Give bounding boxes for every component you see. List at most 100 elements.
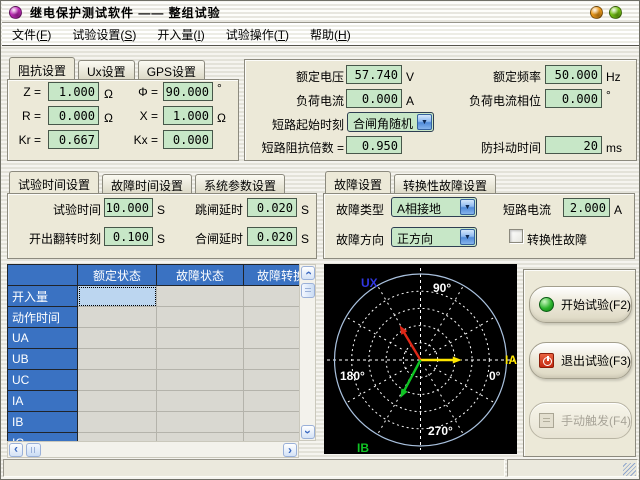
grid-vertical-scrollbar[interactable]: › › bbox=[299, 264, 316, 441]
scroll-up-button[interactable]: › bbox=[301, 266, 315, 280]
deg-0-label: 0° bbox=[489, 369, 501, 383]
short-start-label: 短路起始时刻 bbox=[262, 116, 344, 133]
flip-time-field[interactable]: 0.100 bbox=[104, 227, 153, 246]
table-cell[interactable] bbox=[244, 328, 300, 349]
short-current-field[interactable]: 2.000 bbox=[563, 198, 610, 217]
table-cell[interactable] bbox=[157, 328, 244, 349]
exit-test-button[interactable]: 退出试验(F3) bbox=[529, 342, 632, 379]
row-header[interactable]: UC bbox=[8, 370, 78, 391]
fault-type-label: 故障类型 bbox=[336, 201, 384, 218]
table-cell[interactable] bbox=[244, 433, 300, 442]
tab-impedance-settings[interactable]: 阻抗设置 bbox=[9, 57, 75, 80]
close-delay-field[interactable]: 0.020 bbox=[247, 227, 297, 246]
menu-test-operate[interactable]: 试验操作(T) bbox=[218, 23, 297, 45]
window-control-orange-button[interactable] bbox=[590, 6, 603, 19]
table-cell[interactable] bbox=[244, 412, 300, 433]
tab-fault-settings[interactable]: 故障设置 bbox=[325, 171, 391, 194]
tab-system-params[interactable]: 系统参数设置 bbox=[195, 174, 285, 194]
load-phase-field[interactable]: 0.000 bbox=[545, 89, 602, 108]
table-cell[interactable] bbox=[78, 412, 157, 433]
table-cell[interactable] bbox=[157, 433, 244, 442]
menu-help[interactable]: 帮助(H) bbox=[302, 23, 359, 45]
impedance-multiple-field[interactable]: 0.950 bbox=[346, 136, 402, 154]
close-delay-label: 合闸延时 bbox=[195, 230, 243, 247]
table-cell[interactable] bbox=[78, 328, 157, 349]
table-cell[interactable] bbox=[78, 370, 157, 391]
start-icon bbox=[539, 297, 554, 312]
vertical-scroll-thumb[interactable] bbox=[301, 283, 315, 298]
table-cell[interactable] bbox=[78, 391, 157, 412]
tab-gps-settings[interactable]: GPS设置 bbox=[138, 60, 205, 80]
menu-binary-input[interactable]: 开入量(I) bbox=[149, 23, 212, 45]
chevron-left-icon: › bbox=[14, 444, 18, 456]
row-header[interactable]: 动作时间 bbox=[8, 307, 78, 328]
table-cell[interactable] bbox=[157, 412, 244, 433]
table-row: 开入量 bbox=[8, 286, 300, 307]
ux-label: UX bbox=[361, 276, 378, 290]
phi-label: Φ = bbox=[118, 85, 158, 99]
table-cell[interactable] bbox=[244, 286, 300, 307]
tab-convert-fault-settings[interactable]: 转换性故障设置 bbox=[394, 174, 496, 194]
horizontal-scroll-thumb[interactable] bbox=[26, 443, 41, 457]
table-cell[interactable] bbox=[157, 370, 244, 391]
fault-type-dropdown[interactable]: A相接地 ▼ bbox=[391, 197, 477, 217]
table-cell[interactable] bbox=[244, 370, 300, 391]
table-cell[interactable] bbox=[78, 433, 157, 442]
status-bar-right bbox=[507, 459, 638, 477]
scroll-down-button[interactable]: › bbox=[301, 425, 315, 439]
tab-test-time[interactable]: 试验时间设置 bbox=[9, 171, 99, 194]
table-row: IA bbox=[8, 391, 300, 412]
kx-field[interactable]: 0.000 bbox=[163, 130, 213, 149]
phasor-svg: UX 90° 180° 0° 270° IA IB bbox=[324, 264, 517, 454]
window-control-green-button[interactable] bbox=[609, 6, 622, 19]
short-start-dropdown[interactable]: 合闸角随机 ▼ bbox=[347, 112, 434, 132]
table-cell[interactable] bbox=[244, 349, 300, 370]
convert-fault-checkbox[interactable] bbox=[509, 229, 523, 243]
debounce-field[interactable]: 20 bbox=[545, 136, 602, 154]
table-cell[interactable] bbox=[157, 349, 244, 370]
scroll-right-button[interactable]: › bbox=[283, 443, 297, 457]
table-cell[interactable] bbox=[78, 307, 157, 328]
table-cell[interactable] bbox=[157, 307, 244, 328]
row-header[interactable]: IA bbox=[8, 391, 78, 412]
table-cell[interactable] bbox=[244, 307, 300, 328]
row-header[interactable]: UA bbox=[8, 328, 78, 349]
table-cell[interactable] bbox=[157, 286, 244, 307]
z-field[interactable]: 1.000 bbox=[48, 82, 99, 101]
load-current-field[interactable]: 0.000 bbox=[346, 89, 402, 108]
deg-90-label: 90° bbox=[433, 281, 451, 295]
row-header[interactable]: IC bbox=[8, 433, 78, 442]
tab-ux-settings[interactable]: Ux设置 bbox=[78, 60, 135, 80]
row-header[interactable]: UB bbox=[8, 349, 78, 370]
dropdown-arrow-button[interactable]: ▼ bbox=[460, 229, 475, 245]
test-time-field[interactable]: 10.000 bbox=[104, 198, 153, 217]
table-row: IC bbox=[8, 433, 300, 442]
trip-delay-field[interactable]: 0.020 bbox=[247, 198, 297, 217]
table-cell[interactable] bbox=[78, 286, 157, 307]
table-row: UC bbox=[8, 370, 300, 391]
menu-test-settings[interactable]: 试验设置(S) bbox=[64, 23, 144, 45]
x-field[interactable]: 1.000 bbox=[163, 106, 213, 125]
tab-fault-time[interactable]: 故障时间设置 bbox=[102, 174, 192, 194]
row-header[interactable]: 开入量 bbox=[8, 286, 78, 307]
kr-field[interactable]: 0.667 bbox=[48, 130, 99, 149]
menu-file[interactable]: 文件(F) bbox=[4, 23, 59, 45]
fault-direction-dropdown[interactable]: 正方向 ▼ bbox=[391, 227, 477, 247]
rated-freq-field[interactable]: 50.000 bbox=[545, 65, 602, 84]
scroll-left-button[interactable]: › bbox=[9, 443, 23, 457]
row-header[interactable]: IB bbox=[8, 412, 78, 433]
table-cell[interactable] bbox=[244, 391, 300, 412]
phi-field[interactable]: 90.000 bbox=[163, 82, 213, 101]
rated-voltage-field[interactable]: 57.740 bbox=[346, 65, 402, 84]
resize-grip[interactable] bbox=[623, 463, 636, 476]
table-cell[interactable] bbox=[78, 349, 157, 370]
grid-horizontal-scrollbar[interactable]: › › bbox=[7, 441, 299, 458]
start-test-button[interactable]: 开始试验(F2) bbox=[529, 286, 632, 323]
dropdown-arrow-button[interactable]: ▼ bbox=[460, 199, 475, 215]
r-field[interactable]: 0.000 bbox=[48, 106, 99, 125]
table-row: UA bbox=[8, 328, 300, 349]
table-cell[interactable] bbox=[157, 391, 244, 412]
dropdown-arrow-button[interactable]: ▼ bbox=[417, 114, 432, 130]
test-time-unit: S bbox=[157, 203, 165, 217]
r-unit: Ω bbox=[104, 111, 113, 125]
